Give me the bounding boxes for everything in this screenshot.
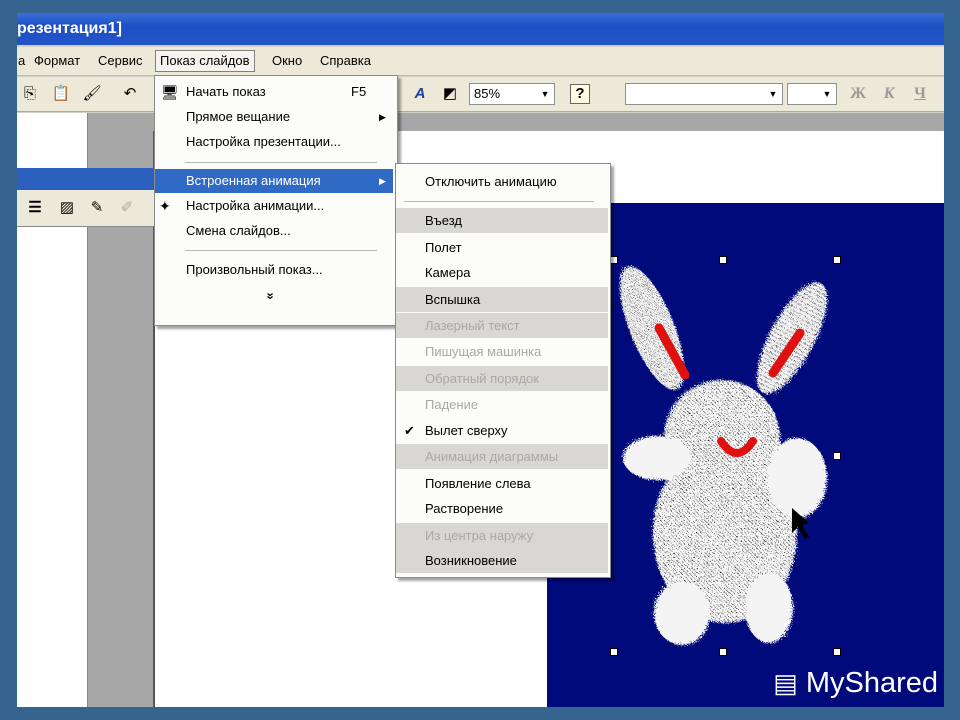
copy-icon[interactable]: ⎘ [20, 84, 40, 104]
selection-handle[interactable] [610, 256, 618, 264]
menu-item-label: Смена слайдов... [186, 223, 291, 238]
pencil-icon[interactable]: ✎ [87, 198, 107, 218]
submenu-item-appear[interactable]: Возникновение [396, 548, 608, 573]
submenu-item-laser-text: Лазерный текст [396, 313, 608, 338]
zoom-value: 85% [474, 86, 501, 101]
underline-button[interactable]: Ч [910, 84, 930, 104]
submenu-item-flying[interactable]: Полет [396, 235, 608, 260]
selection-handle[interactable] [719, 648, 727, 656]
submenu-item-label: Отключить анимацию [425, 174, 557, 189]
menu-separator [404, 201, 594, 202]
help-icon[interactable]: ? [570, 84, 590, 104]
menu-separator [185, 250, 377, 251]
watermark: ▤ MyShared [773, 667, 938, 700]
window-title: резентация1] [17, 20, 122, 37]
menu-help[interactable]: Справка [316, 51, 375, 71]
paste-icon[interactable]: 📋 [51, 84, 71, 104]
submenu-item-off[interactable]: Отключить анимацию [396, 169, 608, 194]
slideshow-menu: 🖥 Начать показ F5 Прямое вещание ▶ Настр… [154, 75, 398, 326]
menu-tools[interactable]: Сервис [94, 51, 147, 71]
bold-button[interactable]: Ж [848, 84, 868, 104]
submenu-item-label: Вылет сверху [425, 423, 508, 438]
submenu-item-drive-in[interactable]: Въезд [396, 208, 608, 233]
application-window: резентация1] а Формат Сервис Показ слайд… [17, 13, 944, 707]
chevron-down-icon[interactable]: ▼ [820, 84, 834, 104]
projector-icon: 🖥 [161, 84, 179, 100]
selection-handle[interactable] [610, 648, 618, 656]
submenu-item-appear-left[interactable]: Появление слева [396, 471, 608, 496]
menu-bar: а Формат Сервис Показ слайдов Окно Справ… [17, 47, 944, 76]
menu-item-slide-transition[interactable]: Смена слайдов... [155, 219, 397, 243]
selection-handle[interactable] [833, 452, 841, 460]
menu-item-label: Начать показ [186, 84, 266, 99]
font-color-icon[interactable]: A [410, 84, 430, 104]
menu-slideshow[interactable]: Показ слайдов [155, 50, 255, 72]
expand-chevron-icon: » [263, 292, 279, 300]
chevron-down-icon[interactable]: ▼ [766, 84, 780, 104]
submenu-item-label: Из центра наружу [425, 528, 534, 543]
submenu-item-fly-from-top[interactable]: ✔ Вылет сверху [396, 418, 608, 443]
menu-item-label: Встроенная анимация [186, 173, 321, 188]
italic-button[interactable]: К [879, 84, 899, 104]
size-combo[interactable]: ▼ [787, 83, 837, 105]
menu-item-preset-animation[interactable]: Встроенная анимация ▶ [155, 169, 393, 193]
animation-submenu: Отключить анимацию Въезд Полет Камера Вс… [395, 163, 611, 578]
eraser-icon[interactable]: ✐ [117, 198, 137, 218]
menu-separator [185, 162, 377, 163]
menu-window[interactable]: Окно [268, 51, 306, 71]
presentation-logo-icon: ▤ [773, 668, 798, 698]
menu-item-label: Произвольный показ... [186, 262, 323, 277]
submenu-item-label: Полет [425, 240, 462, 255]
submenu-item-dissolve[interactable]: Растворение [396, 496, 608, 521]
submenu-item-label: Растворение [425, 501, 504, 516]
menu-item-setup-show[interactable]: Настройка презентации... [155, 130, 397, 154]
menu-item-custom-animation[interactable]: ✦ Настройка анимации... [155, 194, 397, 218]
submenu-item-label: Камера [425, 265, 471, 280]
submenu-item-reverse-order: Обратный порядок [396, 366, 608, 391]
fill-color-icon[interactable]: ◩ [440, 84, 460, 104]
submenu-item-camera[interactable]: Камера [396, 260, 608, 285]
submenu-item-label: Анимация диаграммы [425, 449, 559, 464]
submenu-item-label: Появление слева [425, 476, 531, 491]
submenu-arrow-icon: ▶ [379, 112, 386, 122]
submenu-item-label: Вспышка [425, 292, 481, 307]
line-style-icon[interactable]: ☰ [25, 198, 45, 218]
submenu-item-label: Лазерный текст [425, 318, 520, 333]
menu-item-label: Настройка презентации... [186, 134, 341, 149]
shortcut-label: F5 [351, 84, 367, 99]
selection-handle[interactable] [719, 256, 727, 264]
menu-item-custom-show[interactable]: Произвольный показ... [155, 258, 397, 282]
title-bar: резентация1] [17, 13, 944, 45]
submenu-item-label: Пишущая машинка [425, 344, 542, 359]
submenu-item-drop: Падение [396, 392, 608, 417]
zoom-combo[interactable]: 85% ▼ [469, 83, 555, 105]
submenu-item-center-out: Из центра наружу [396, 523, 608, 548]
menu-expand[interactable]: » [155, 287, 397, 305]
submenu-item-label: Падение [425, 397, 479, 412]
selection-handle[interactable] [833, 648, 841, 656]
format-painter-icon[interactable]: 🖌 [82, 84, 102, 104]
submenu-item-label: Обратный порядок [425, 371, 539, 386]
submenu-item-flash[interactable]: Вспышка [396, 287, 608, 312]
menu-item-label: Прямое вещание [186, 109, 291, 124]
selection-handle[interactable] [833, 256, 841, 264]
menu-view[interactable]: а [17, 51, 29, 71]
picture-icon[interactable]: ▨ [57, 198, 77, 218]
menu-item-label: Настройка анимации... [186, 198, 325, 213]
submenu-item-label: Возникновение [425, 553, 517, 568]
submenu-arrow-icon: ▶ [379, 176, 386, 186]
submenu-item-typewriter: Пишущая машинка [396, 339, 608, 364]
menu-item-online-broadcast[interactable]: Прямое вещание ▶ [155, 105, 397, 129]
watermark-text: MyShared [805, 667, 938, 699]
menu-item-start-show[interactable]: 🖥 Начать показ F5 [155, 80, 397, 104]
animation-icon: ✦ [159, 198, 171, 214]
checkmark-icon: ✔ [404, 423, 415, 438]
submenu-item-chart-animation: Анимация диаграммы [396, 444, 608, 469]
undo-icon[interactable]: ↶ [120, 84, 140, 104]
chevron-down-icon[interactable]: ▼ [538, 84, 552, 104]
font-combo[interactable]: ▼ [625, 83, 783, 105]
submenu-item-label: Въезд [425, 213, 463, 228]
menu-format[interactable]: Формат [30, 51, 84, 71]
